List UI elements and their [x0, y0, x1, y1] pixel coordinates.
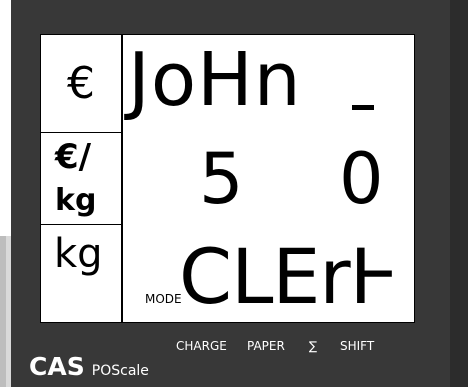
unit-euro-label: € [67, 58, 95, 109]
display-name-text: JoHn [128, 37, 302, 123]
display-cursor [352, 105, 374, 110]
lcd-display: € €/ kg kg JoHn 5 0 MODE CLErⱵ [40, 34, 415, 323]
shift-key-label[interactable]: SHIFT [340, 339, 374, 353]
brand-model: POScale [91, 363, 149, 379]
paper-key-label[interactable]: PAPER [247, 339, 285, 353]
brand-name: CAS [29, 352, 85, 381]
housing-edge [450, 0, 468, 387]
unit-euro-per-label: €/ [55, 137, 92, 177]
brand-logo: CAS POScale [29, 352, 149, 381]
scale-housing: € €/ kg kg JoHn 5 0 MODE CLErⱵ CHARGE PA… [11, 0, 468, 387]
unit-euro-per-kg-cell: €/ kg [41, 133, 123, 225]
display-clerk-text: CLErⱵ [179, 232, 399, 321]
unit-kg-sub-label: kg [55, 183, 97, 218]
unit-kg-label: kg [54, 231, 103, 277]
sigma-key-label[interactable]: ∑ [309, 339, 317, 353]
display-number-right: 0 [339, 138, 384, 220]
display-mode-label: MODE [145, 292, 182, 306]
unit-kg-cell: kg [41, 225, 123, 322]
unit-euro-cell: € [41, 35, 123, 133]
display-number-left: 5 [199, 138, 244, 220]
charge-key-label[interactable]: CHARGE [176, 339, 227, 353]
